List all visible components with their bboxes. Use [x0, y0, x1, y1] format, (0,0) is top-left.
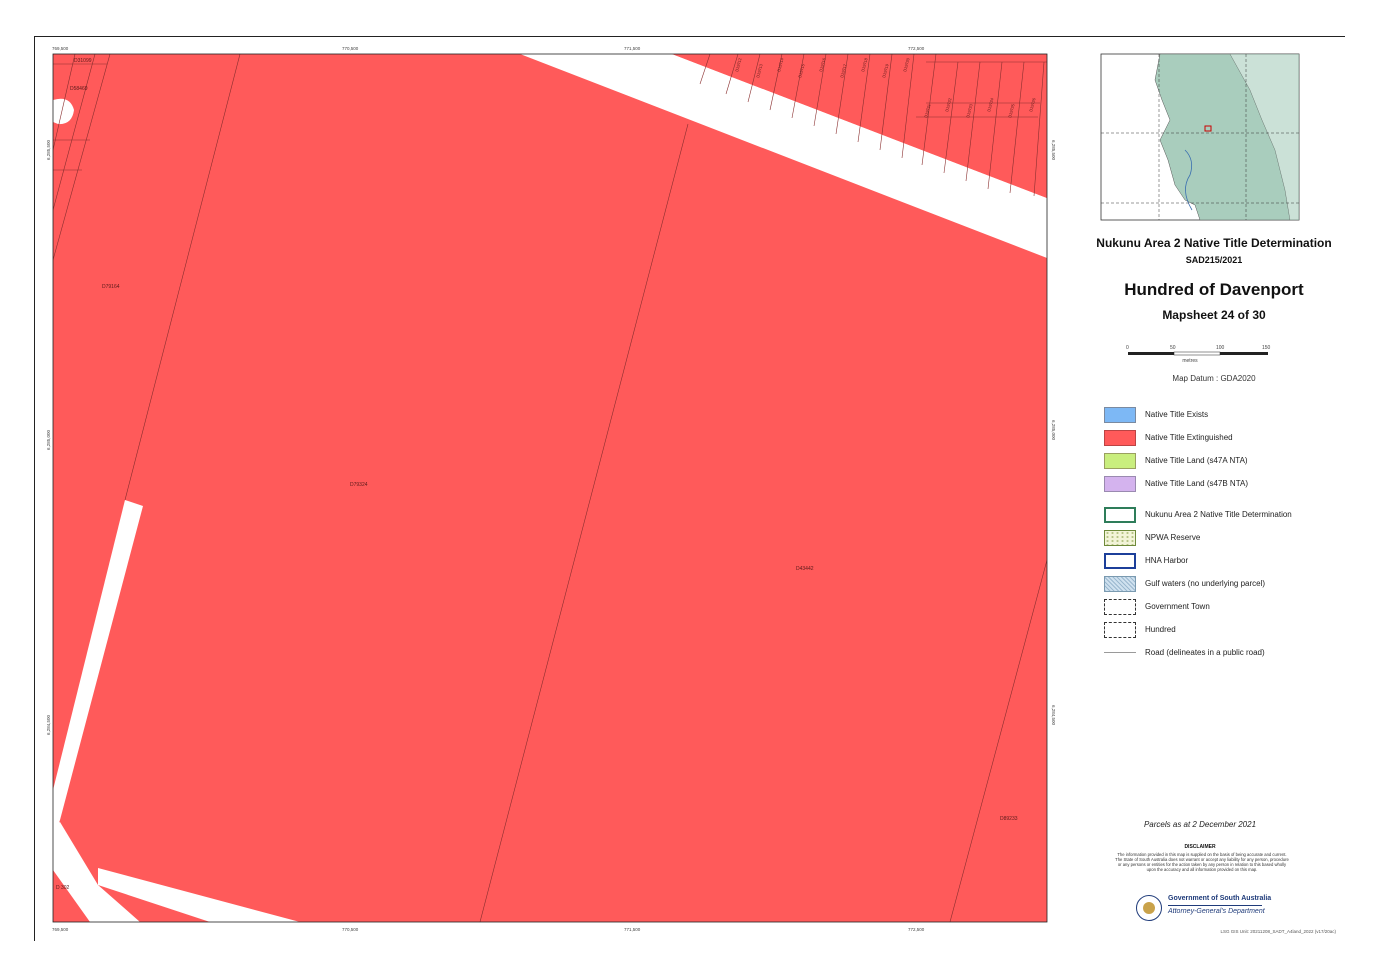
label-top-left-small: D31099: [74, 58, 92, 64]
case-number: SAD215/2021: [1185, 255, 1243, 265]
legend-swatch: [1104, 453, 1136, 469]
government-name: Government of South Australia: [1168, 895, 1272, 902]
scale-tick-0: 0: [1126, 345, 1129, 351]
legend-swatch: [1104, 530, 1136, 546]
legend-swatch: [1104, 622, 1136, 638]
legend-label: NPWA Reserve: [1145, 533, 1201, 542]
government-crest-icon: [1136, 895, 1162, 921]
legend-label: Native Title Land (s47A NTA): [1145, 456, 1248, 465]
coord-top-1: 769,500: [52, 46, 69, 51]
legend-swatch: [1104, 407, 1136, 423]
scale-tick-100: 100: [1216, 345, 1225, 351]
legend-label: Hundred: [1145, 625, 1176, 634]
mapsheet-label: Mapsheet 24 of 30: [1162, 308, 1266, 322]
footer-reference: LSG GIS Unit: 20211208_SADT_A4land_2022 …: [1220, 929, 1337, 934]
legend-swatch: [1104, 430, 1136, 446]
coord-top-4: 772,500: [908, 46, 925, 51]
legend-label: Native Title Land (s47B NTA): [1145, 479, 1249, 488]
scale-bar: 0 50 100 150: [1126, 345, 1271, 356]
agency-divider: [1168, 905, 1262, 906]
legend-label: Nukunu Area 2 Native Title Determination: [1145, 510, 1292, 519]
coord-left-1: 6,285,500: [46, 139, 51, 160]
legend-swatch: [1104, 576, 1136, 592]
department-name: Attorney-General's Department: [1168, 908, 1265, 915]
label-left-mid: D79164: [102, 284, 120, 290]
parcels-date: Parcels as at 2 December 2021: [1143, 820, 1257, 829]
legend-swatch: [1104, 553, 1136, 569]
coord-top-3: 771,500: [624, 46, 641, 51]
inset-map: [1100, 53, 1300, 221]
coord-bottom-4: 772,500: [908, 927, 925, 932]
coord-right-2: 6,285,000: [1051, 420, 1056, 441]
coord-bottom-2: 770,500: [342, 927, 359, 932]
coord-left-2: 6,285,000: [46, 429, 51, 450]
label-parcel-right: D43442: [796, 566, 814, 572]
disclaimer-title: DISCLAIMER: [1184, 844, 1216, 850]
coord-bottom-3: 771,500: [624, 927, 641, 932]
legend-label: Native Title Exists: [1145, 410, 1209, 419]
legend-swatch: [1104, 476, 1136, 492]
hundred-title: Hundred of Davenport: [1124, 280, 1304, 299]
scale-units: metres: [1182, 358, 1198, 364]
label-bottom-left-small: D 302: [56, 885, 70, 891]
coord-right-3: 6,284,500: [1051, 705, 1056, 726]
label-parcel-bottom-right: D89233: [1000, 816, 1018, 822]
map-datum: Map Datum : GDA2020: [1172, 374, 1256, 383]
legend-label: Road (delineates in a public road): [1145, 648, 1265, 657]
determination-title: Nukunu Area 2 Native Title Determination: [1096, 236, 1332, 250]
main-map[interactable]: D31099 D58469 D79164 D79324 D43442 D8923…: [0, 0, 1379, 976]
disclaimer-text: The information provided in this map is …: [1115, 852, 1289, 872]
legend-swatch: [1104, 652, 1136, 653]
coord-left-3: 6,284,500: [46, 714, 51, 735]
legend-label: Government Town: [1145, 602, 1210, 611]
legend-label: Gulf waters (no underlying parcel): [1145, 579, 1266, 588]
label-left-edge: D58469: [70, 86, 88, 92]
scale-tick-150: 150: [1262, 345, 1271, 351]
legend-swatch: [1104, 507, 1136, 523]
legend-label: Native Title Extinguished: [1145, 433, 1233, 442]
coord-top-2: 770,500: [342, 46, 359, 51]
legend-swatch: [1104, 599, 1136, 615]
coord-bottom-1: 769,500: [52, 927, 69, 932]
label-parcel-center: D79324: [350, 482, 368, 488]
scale-tick-50: 50: [1170, 345, 1176, 351]
coord-right-1: 6,285,500: [1051, 140, 1056, 161]
legend-label: HNA Harbor: [1145, 556, 1189, 565]
